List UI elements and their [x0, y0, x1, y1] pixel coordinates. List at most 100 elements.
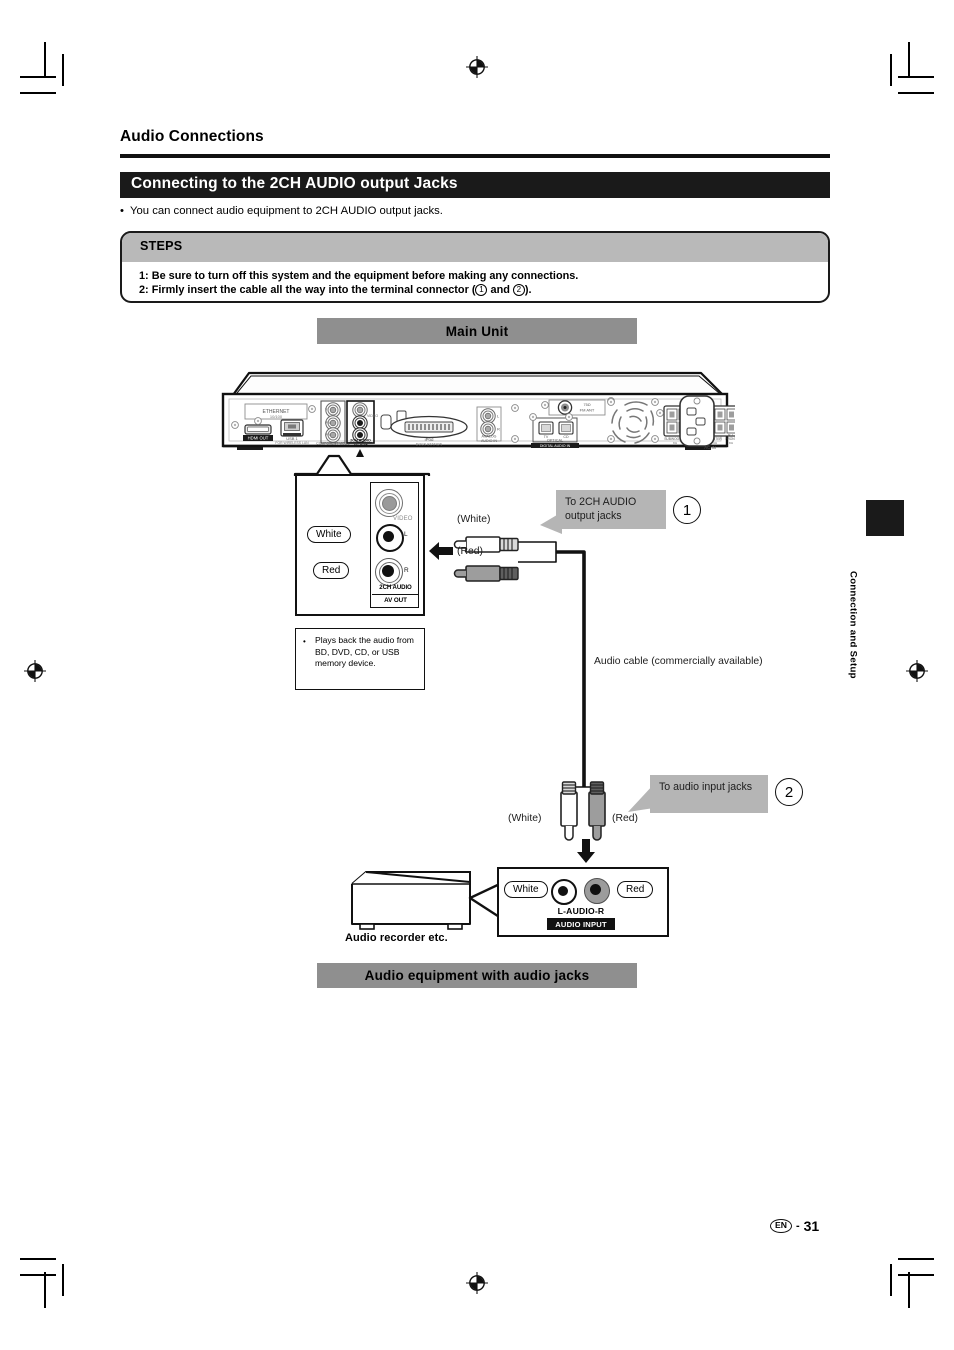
footer: EN - 31 [770, 1218, 819, 1234]
pill-white-output: White [307, 526, 351, 543]
input-jack-l-icon [551, 879, 577, 905]
av-out-label: AV OUT [372, 594, 419, 604]
svg-text:FM ANT: FM ANT [580, 408, 595, 413]
svg-text:AUDIO IN: AUDIO IN [481, 439, 497, 443]
callout-1: To 2CH AUDIO output jacks [556, 490, 666, 529]
audio-r-label: R [404, 567, 409, 574]
intro-bullet-text: You can connect audio equipment to 2CH A… [130, 205, 443, 217]
title-divider [120, 154, 830, 158]
plug-white-label-top: (White) [457, 514, 491, 525]
steps-header: STEPS [122, 233, 828, 262]
insert-down-arrow-icon [575, 838, 597, 869]
svg-text:OPTICAL: OPTICAL [547, 439, 563, 443]
crop-mark-tr-v [908, 42, 910, 78]
crop-mark-tl-h2 [20, 92, 56, 94]
svg-text:AV OUT: AV OUT [353, 443, 368, 447]
cable-caption-text: Audio cable (commercially available) [594, 656, 763, 667]
side-tab-chapter: Connection and Setup [840, 540, 866, 710]
section-heading-text: Connecting to the 2CH AUDIO output Jacks [131, 175, 458, 192]
crop-mark-br-h2 [898, 1274, 934, 1276]
crop-mark-bl-v2 [62, 1264, 64, 1296]
svg-text:HDMI OUT: HDMI OUT [248, 435, 269, 440]
crop-mark-br-v2 [890, 1264, 892, 1296]
input-jack-r-icon [584, 878, 610, 904]
footer-separator: - [795, 1220, 800, 1232]
audio-input-badge: AUDIO INPUT [547, 918, 615, 930]
rca-plug-red-bottom [588, 781, 606, 841]
registration-mark-right [906, 660, 928, 682]
svg-text:FOR WIRELESS LAN: FOR WIRELESS LAN [275, 441, 309, 445]
step-2-circled-2: 2 [512, 284, 525, 297]
language-badge: EN [770, 1219, 792, 1233]
jack-panel: VIDEO L R 2CH AUDIO AV OUT [370, 482, 419, 608]
svg-text:PB: PB [325, 421, 330, 425]
steps-box: STEPS 1: Be sure to turn off this system… [120, 231, 830, 303]
crop-mark-tr-v2 [890, 54, 892, 86]
svg-text:8Ω: 8Ω [729, 441, 734, 445]
crop-mark-tr-h [898, 76, 934, 78]
page-number: 31 [803, 1218, 820, 1234]
crop-mark-bl-h [20, 1258, 56, 1260]
rca-plug-pair-top [452, 532, 532, 597]
section-heading-bar: Connecting to the 2CH AUDIO output Jacks [120, 172, 830, 198]
rca-plug-red-top [453, 565, 519, 582]
pill-red-input: Red [617, 881, 654, 898]
bullet-dot-icon: • [120, 205, 124, 217]
crop-mark-bl-v [44, 1272, 46, 1308]
audio-equipment-banner: Audio equipment with audio jacks [317, 963, 637, 988]
plug-white-label-bottom: (White) [508, 813, 542, 824]
crop-mark-br-h [898, 1258, 934, 1260]
svg-text:AC IN: AC IN [704, 445, 716, 450]
step-2-suffix: ). [524, 284, 532, 297]
pill-red-output: Red [313, 562, 350, 579]
steps-header-label: STEPS [140, 239, 183, 253]
steps-body: 1: Be sure to turn off this system and t… [139, 269, 818, 298]
svg-text:ANALOG: ANALOG [482, 435, 497, 439]
callout-2: To audio input jacks [650, 775, 768, 813]
crop-mark-tl-h [20, 76, 56, 78]
svg-text:DOCK STATION: DOCK STATION [416, 443, 443, 447]
ac-in-inlet: AC IN [676, 394, 724, 457]
crop-mark-tl-v [44, 42, 46, 78]
video-jack-label: VIDEO [393, 516, 413, 522]
step-2: 2: Firmly insert the cable all the way i… [139, 283, 818, 297]
rca-plug-white-bottom [560, 781, 578, 841]
crop-mark-br-v [908, 1272, 910, 1308]
crop-mark-tr-h2 [898, 92, 934, 94]
svg-text:2CH AUDIO: 2CH AUDIO [350, 439, 371, 443]
main-unit-banner: Main Unit [317, 318, 637, 344]
side-tab-label: Connection and Setup [847, 571, 859, 679]
svg-text:CD: CD [563, 435, 569, 439]
cable-caption: Audio cable (commercially available) [594, 655, 763, 669]
crop-mark-bl-h2 [20, 1274, 56, 1276]
audio-recorder-caption: Audio recorder etc. [345, 932, 448, 944]
insert-direction-arrow-icon [428, 540, 454, 567]
crop-mark-tl-v2 [62, 54, 64, 86]
video-jack-icon [375, 489, 403, 517]
page-title: Audio Connections [120, 128, 264, 145]
svg-text:COMPONENT VIDEO: COMPONENT VIDEO [316, 442, 350, 446]
step-number-1: 1 [673, 496, 701, 524]
svg-text:10/100: 10/100 [270, 414, 283, 419]
audio-l-label: L [404, 531, 408, 538]
step-2-circled-1: 1 [475, 284, 488, 297]
step-1: 1: Be sure to turn off this system and t… [139, 270, 579, 282]
2ch-audio-label: 2CH AUDIO [379, 584, 412, 591]
step-2-prefix: 2: Firmly insert the cable all the way i… [139, 284, 476, 297]
audio-l-jack-icon [376, 524, 404, 552]
svg-text:iPod: iPod [425, 437, 434, 442]
audio-r-jack-icon [375, 558, 403, 586]
registration-mark-top [466, 56, 488, 78]
pill-white-input: White [504, 881, 548, 898]
registration-mark-bottom [466, 1272, 488, 1294]
svg-text:PR: PR [325, 433, 330, 437]
svg-text:R: R [497, 427, 500, 432]
svg-text:DIGITAL AUDIO IN: DIGITAL AUDIO IN [540, 444, 571, 448]
l-audio-r-label: L-AUDIO-R [557, 906, 605, 916]
plug-red-label-top: (Red) [457, 546, 483, 557]
note-box-text: Plays back the audio from BD, DVD, CD, o… [315, 635, 414, 669]
note-bullet-icon: • [303, 637, 306, 646]
intro-bullet: • You can connect audio equipment to 2CH … [120, 204, 830, 219]
registration-mark-left [24, 660, 46, 682]
svg-text:VIDEO: VIDEO [367, 414, 378, 418]
